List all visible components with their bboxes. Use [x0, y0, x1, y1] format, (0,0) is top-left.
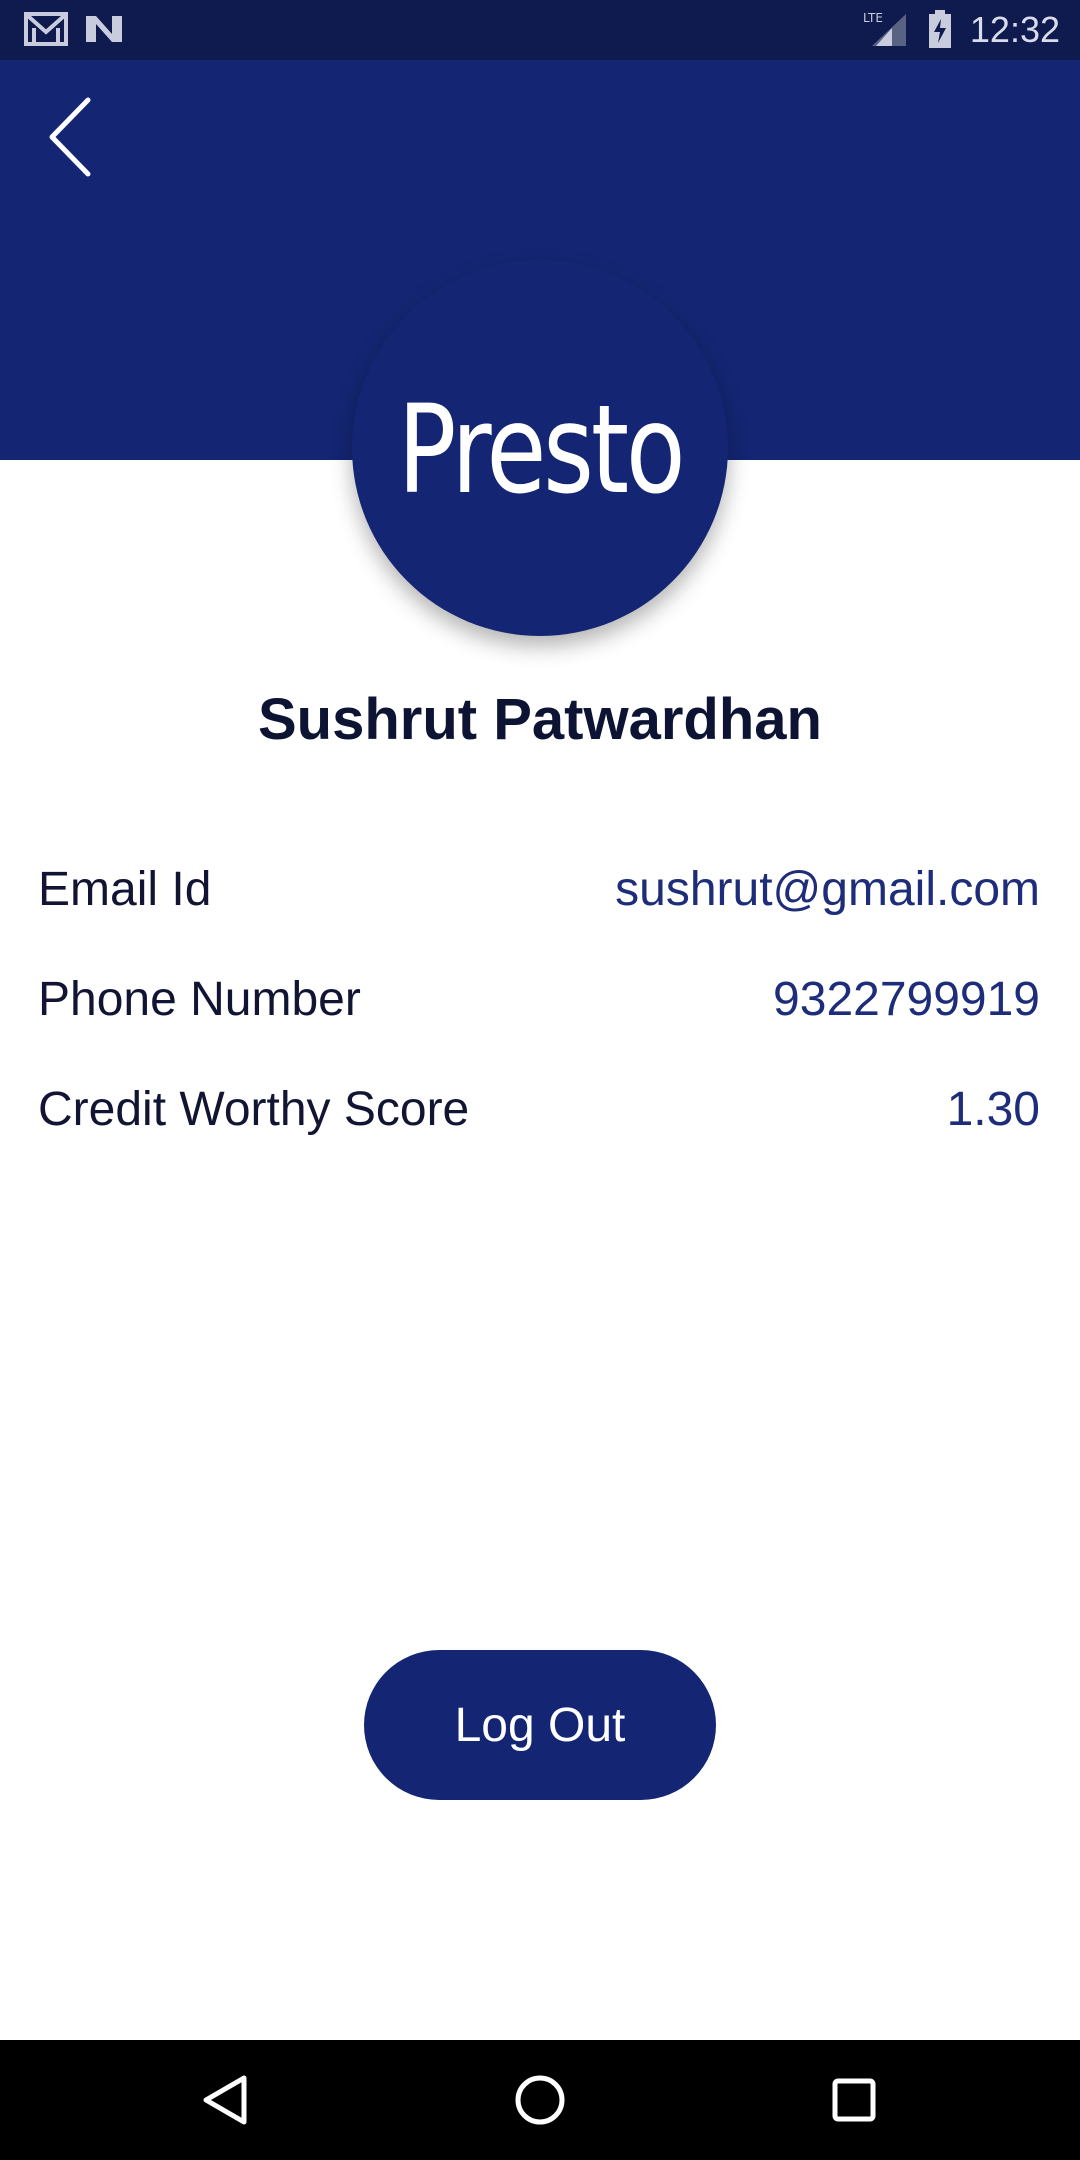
profile-screen: LTE 12:32 Presto Sushrut Patwardhan Emai…	[0, 0, 1080, 2160]
nav-back-button[interactable]	[186, 2060, 266, 2140]
phone-row: Phone Number 9322799919	[38, 965, 1040, 1035]
credit-score-value: 1.30	[946, 1083, 1040, 1136]
navigation-bar	[0, 2040, 1080, 2160]
lte-signal-icon: LTE	[862, 10, 908, 53]
news-icon	[84, 12, 124, 51]
email-row: Email Id sushrut@gmail.com	[38, 855, 1040, 925]
back-triangle-icon	[186, 2075, 266, 2144]
avatar: Presto	[352, 260, 728, 636]
chevron-left-icon	[40, 97, 104, 184]
gmail-icon	[24, 12, 68, 51]
user-name: Sushrut Patwardhan	[258, 687, 822, 752]
back-button[interactable]	[40, 94, 104, 180]
phone-value: 9322799919	[773, 973, 1040, 1026]
nav-home-button[interactable]	[500, 2060, 580, 2140]
svg-text:LTE: LTE	[863, 11, 883, 25]
battery-charging-icon	[928, 10, 952, 53]
presto-logo-text: Presto	[397, 379, 686, 521]
status-time: 12:32	[969, 9, 1060, 50]
email-value: sushrut@gmail.com	[615, 863, 1040, 916]
email-label: Email Id	[38, 863, 212, 916]
home-circle-icon	[500, 2075, 580, 2144]
status-bar: LTE 12:32	[0, 0, 1080, 60]
nav-recents-button[interactable]	[814, 2060, 894, 2140]
credit-score-label: Credit Worthy Score	[38, 1083, 470, 1136]
phone-label: Phone Number	[38, 973, 361, 1026]
credit-score-row: Credit Worthy Score 1.30	[38, 1075, 1040, 1145]
recents-square-icon	[814, 2078, 894, 2144]
logout-button[interactable]: Log Out	[364, 1650, 716, 1800]
